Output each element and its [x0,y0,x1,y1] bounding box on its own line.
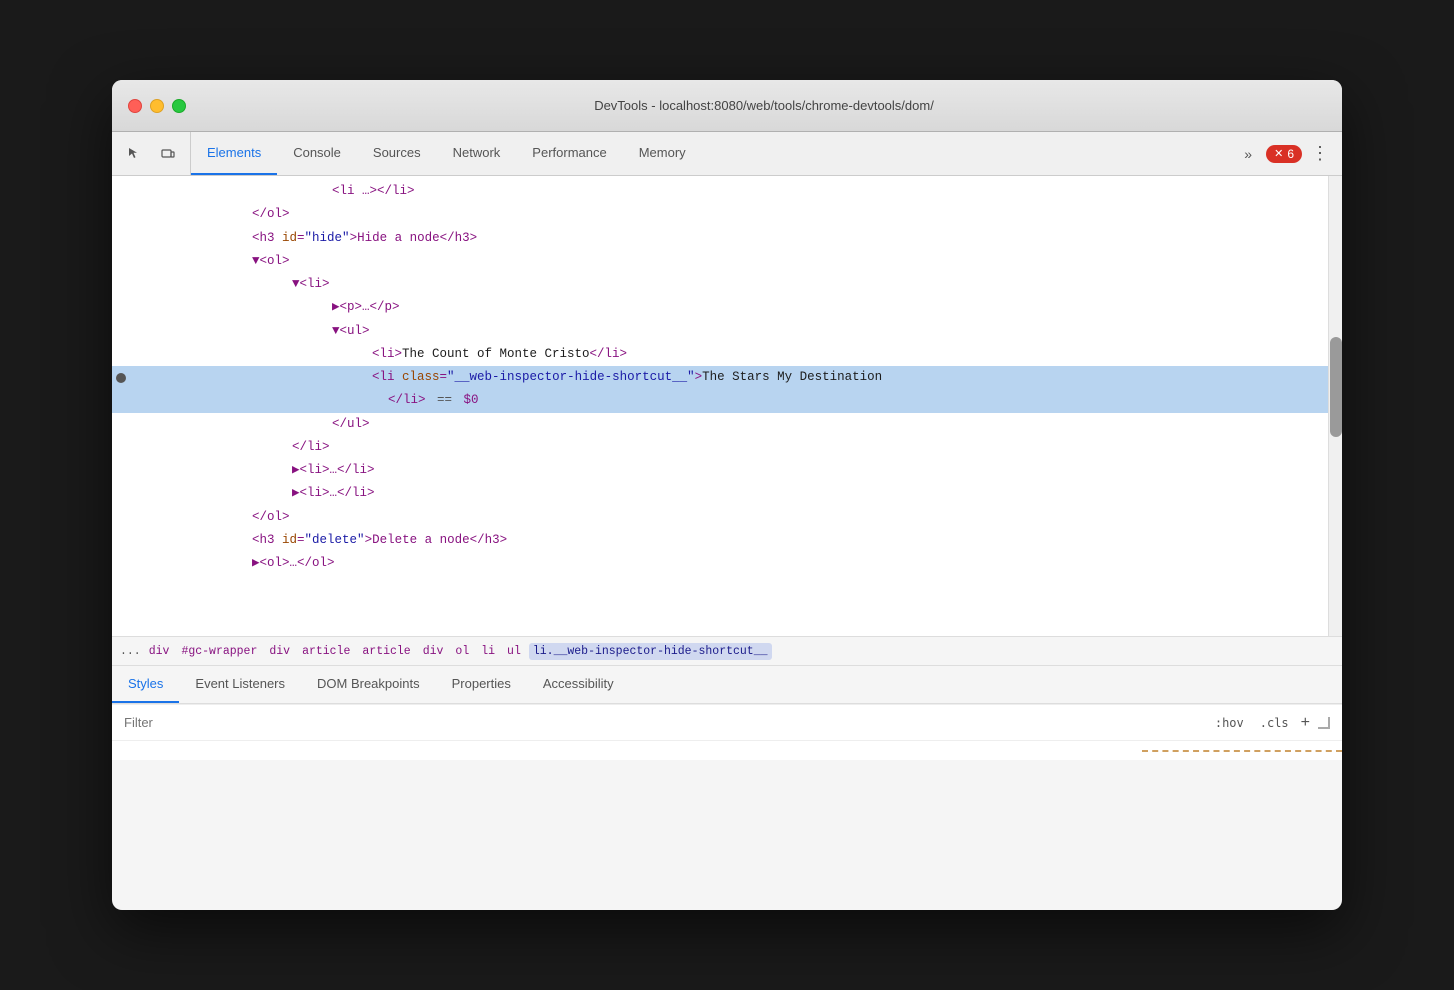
tab-sources[interactable]: Sources [357,132,437,175]
scrollbar-thumb[interactable] [1330,337,1342,437]
breadcrumb-item-article2[interactable]: article [358,643,414,660]
minimize-button[interactable] [150,99,164,113]
tab-network[interactable]: Network [437,132,517,175]
breadcrumb-item-article1[interactable]: article [298,643,354,660]
dom-line: </li> [112,436,1342,459]
bottom-area [112,740,1342,760]
resize-handle[interactable] [1318,717,1330,729]
dom-line-selected-close: </li> == $0 [112,389,1342,412]
close-button[interactable] [128,99,142,113]
dom-line: <li …></li> [112,180,1342,203]
tab-performance[interactable]: Performance [516,132,622,175]
devtools-menu-button[interactable]: ⋮ [1306,140,1334,168]
dom-line: ▶<li>…</li> [112,482,1342,505]
dom-line: </ul> [112,413,1342,436]
dom-line: ▶<ol>…</ol> [112,552,1342,575]
error-count: 6 [1287,147,1294,161]
dom-panel[interactable]: <li …></li> </ol> <h3 id="hide">Hide a n… [112,176,1342,636]
dom-line: </ol> [112,506,1342,529]
traffic-lights [128,99,186,113]
tab-console[interactable]: Console [277,132,357,175]
error-icon: ✕ [1274,147,1283,160]
tab-properties[interactable]: Properties [436,666,527,703]
breadcrumb-ellipsis: ... [120,645,141,658]
filter-buttons: :hov .cls + [1211,714,1330,732]
error-badge[interactable]: ✕ 6 [1266,145,1302,163]
devtools-window: DevTools - localhost:8080/web/tools/chro… [112,80,1342,910]
add-style-rule-button[interactable]: + [1301,714,1310,732]
tab-dom-breakpoints[interactable]: DOM Breakpoints [301,666,436,703]
breadcrumb: ... div #gc-wrapper div article article … [112,636,1342,666]
dashed-indicator [1142,750,1342,752]
dom-line: </ol> [112,203,1342,226]
scrollbar[interactable] [1328,176,1342,636]
breadcrumb-item-li-shortcut[interactable]: li.__web-inspector-hide-shortcut__ [529,643,772,660]
tab-bar: Elements Console Sources Network Perform… [112,132,1342,176]
breadcrumb-item-li[interactable]: li [477,643,499,660]
tab-elements[interactable]: Elements [191,132,277,175]
breadcrumb-item-ul[interactable]: ul [503,643,525,660]
dom-line: ▶<li>…</li> [112,459,1342,482]
filter-bar: :hov .cls + [112,704,1342,740]
dom-line-selected: <li class="__web-inspector-hide-shortcut… [112,366,1342,389]
cls-button[interactable]: .cls [1256,714,1293,732]
breadcrumb-item-div[interactable]: div [145,643,174,660]
window-title: DevTools - localhost:8080/web/tools/chro… [202,98,1326,113]
breadcrumb-item-div3[interactable]: div [419,643,448,660]
maximize-button[interactable] [172,99,186,113]
dom-line: ▼<ul> [112,320,1342,343]
tab-memory[interactable]: Memory [623,132,702,175]
hov-button[interactable]: :hov [1211,714,1248,732]
more-tabs-button[interactable]: » [1234,140,1262,168]
dom-line: ▼<li> [112,273,1342,296]
tab-accessibility[interactable]: Accessibility [527,666,630,703]
toolbar-left [112,132,191,175]
inspect-icon[interactable] [120,140,148,168]
tab-event-listeners[interactable]: Event Listeners [179,666,301,703]
dom-line: ▶<p>…</p> [112,296,1342,319]
toolbar-right: » ✕ 6 ⋮ [1226,132,1342,175]
breadcrumb-item-div2[interactable]: div [265,643,294,660]
tab-styles[interactable]: Styles [112,666,179,703]
device-toggle-icon[interactable] [154,140,182,168]
main-tabs: Elements Console Sources Network Perform… [191,132,1226,175]
filter-input[interactable] [124,715,1211,730]
breadcrumb-item-gc-wrapper[interactable]: #gc-wrapper [177,643,261,660]
title-bar: DevTools - localhost:8080/web/tools/chro… [112,80,1342,132]
dom-line: <h3 id="hide">Hide a node</h3> [112,227,1342,250]
bottom-tab-bar: Styles Event Listeners DOM Breakpoints P… [112,666,1342,704]
dom-line: ▼<ol> [112,250,1342,273]
dom-line: <li>The Count of Monte Cristo</li> [112,343,1342,366]
dom-line: <h3 id="delete">Delete a node</h3> [112,529,1342,552]
breadcrumb-item-ol[interactable]: ol [451,643,473,660]
